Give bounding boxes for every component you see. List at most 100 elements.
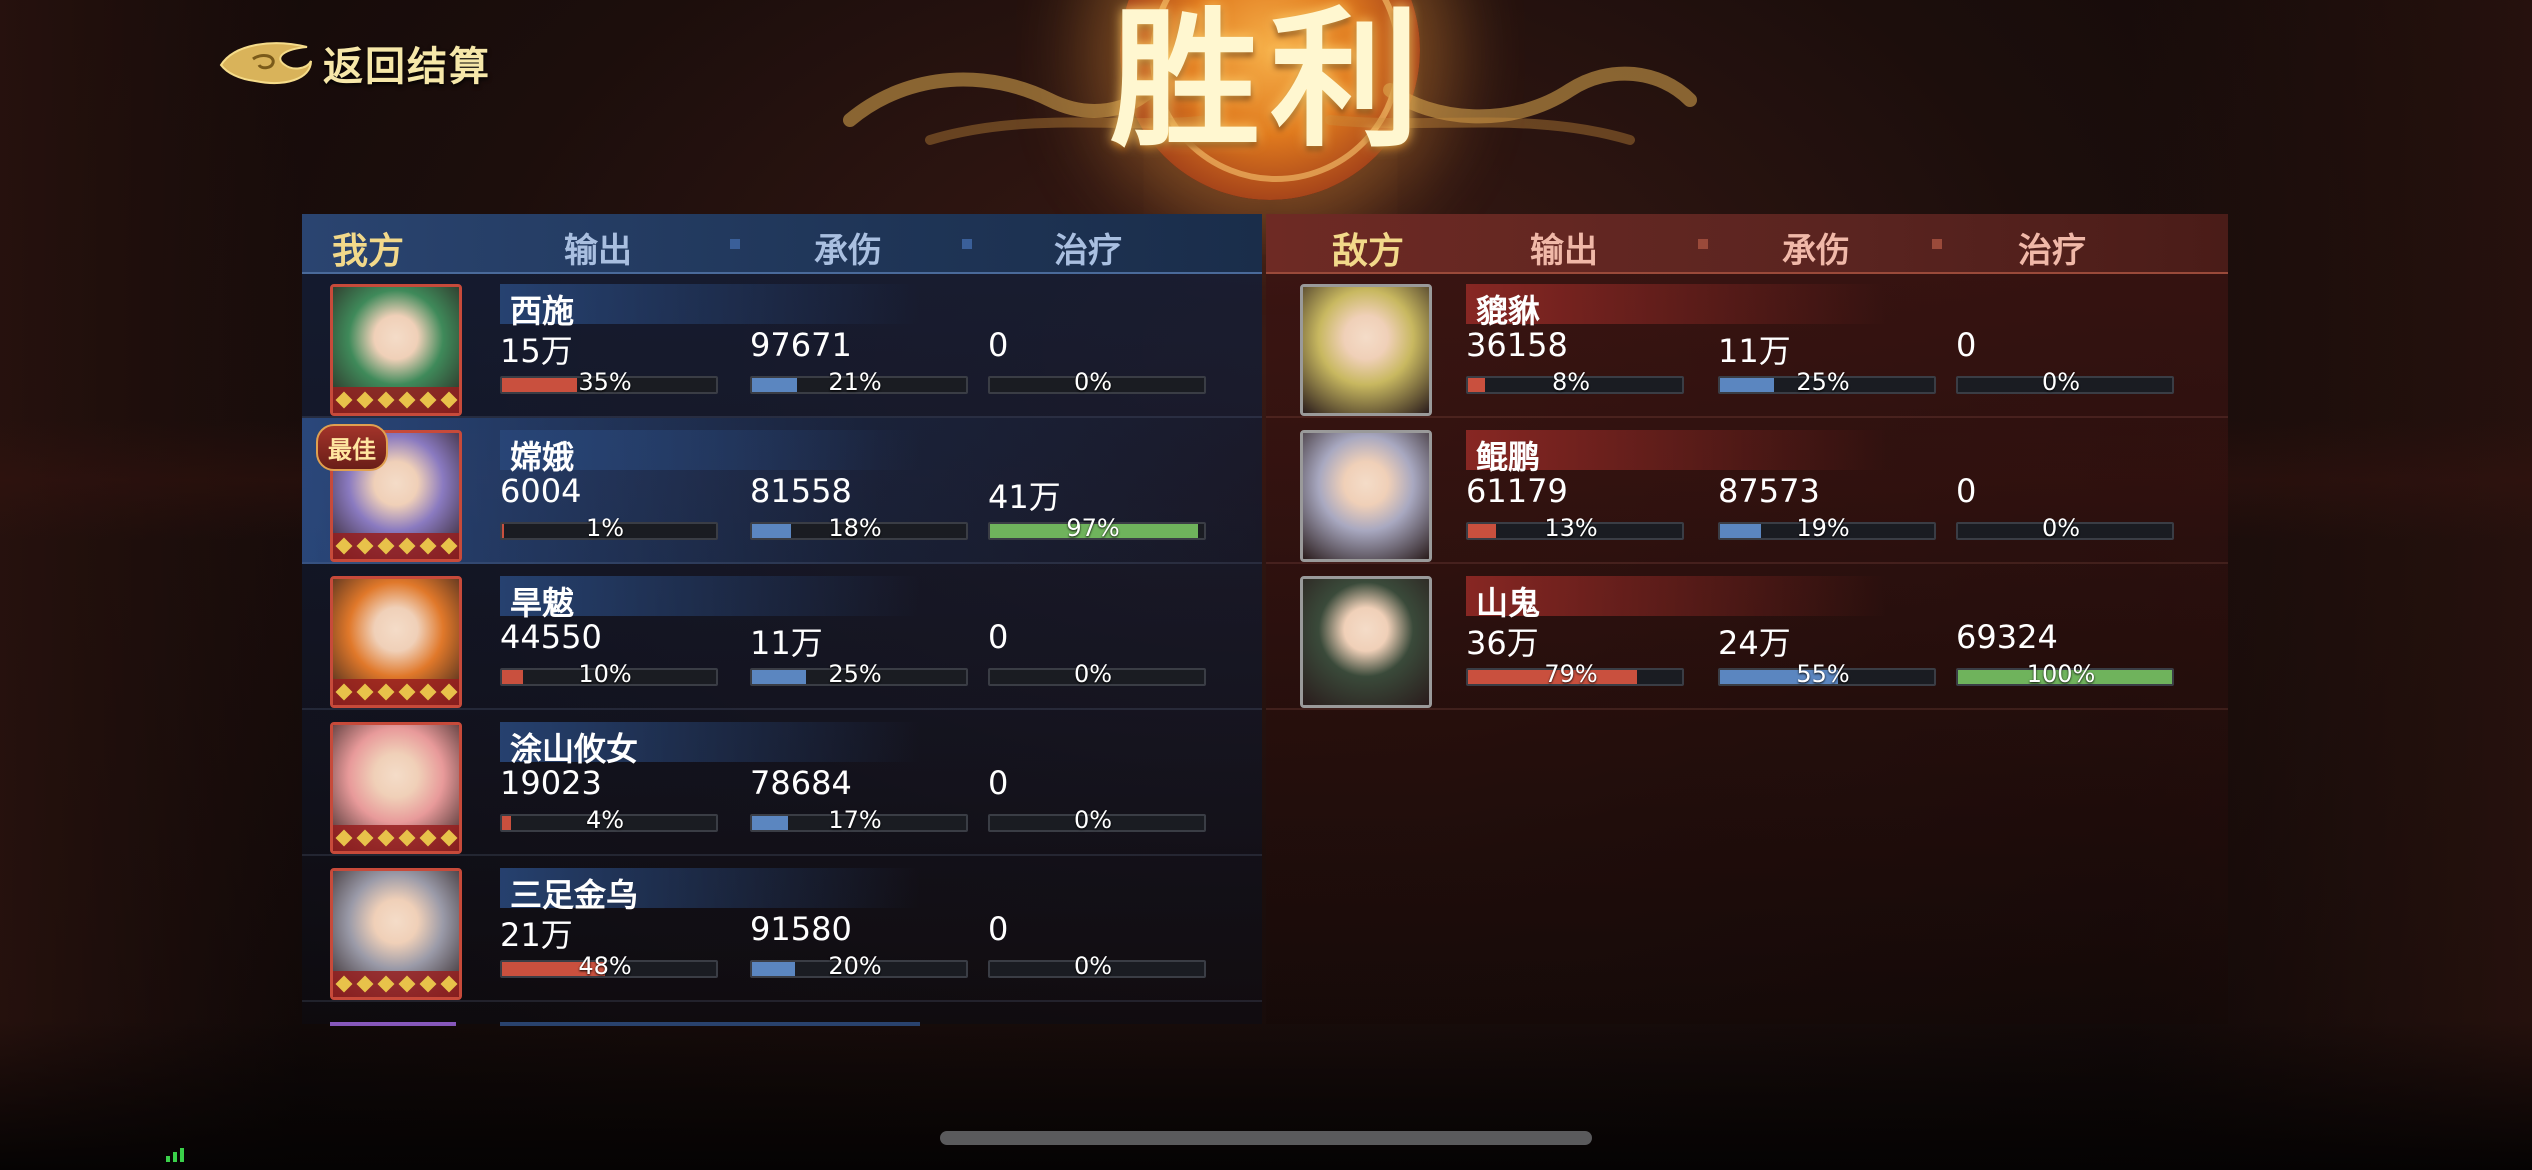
stat-taken: 11万 25% [1718,326,1936,406]
damage-percent: 35% [578,368,632,396]
ally-row[interactable]: 涂山攸女 19023 4% 78684 17% 0 0% [302,710,1262,856]
stat-taken: 81558 18% [750,472,968,552]
stat-damage: 61179 13% [1466,472,1684,552]
hero-name-bar: 嫦娥 [500,430,920,476]
star-icon [398,391,415,409]
star-icon [440,391,457,409]
taken-value: 24万 [1718,624,1791,662]
stat-heal: 69324 100% [1956,618,2174,698]
stat-taken: 24万 55% [1718,618,1936,698]
background-left-shade [0,0,300,1170]
heal-value: 69324 [1956,618,2058,656]
taken-percent: 55% [1796,660,1850,688]
stat-damage: 36158 8% [1466,326,1684,406]
header-dot [1932,239,1942,249]
star-icon [356,829,373,847]
signal-icon [166,1148,184,1162]
home-indicator[interactable] [940,1131,1592,1145]
damage-value: 19023 [500,764,602,802]
damage-percent: 4% [585,806,625,834]
taken-value: 11万 [750,624,823,662]
heal-value: 0 [1956,326,1977,364]
ally-row[interactable]: 旱魃 44550 10% 11万 25% 0 0% [302,564,1262,710]
hero-portrait[interactable] [1300,284,1432,416]
damage-value: 15万 [500,332,573,370]
hero-portrait[interactable] [330,722,462,854]
enemy-col-taken[interactable]: 承伤 [1782,223,1850,272]
star-icon [356,537,373,555]
heal-percent: 0% [1073,952,1113,980]
damage-bar-fill [502,670,524,684]
back-to-settlement-button[interactable]: 返回结算 [215,30,491,96]
stat-taken: 87573 19% [1718,472,1936,552]
heal-percent: 0% [2041,514,2081,542]
enemy-row[interactable]: 山鬼 36万 79% 24万 55% 69324 100% [1266,564,2228,710]
taken-bar-fill [1720,378,1774,392]
enemy-col-heal[interactable]: 治疗 [2018,223,2086,272]
damage-bar-fill [502,816,511,830]
stat-taken: 91580 20% [750,910,968,990]
stat-taken: 97671 21% [750,326,968,406]
taken-value: 97671 [750,326,852,364]
ally-col-damage[interactable]: 输出 [564,223,632,272]
heal-value: 0 [988,910,1009,948]
hero-portrait[interactable] [1300,430,1432,562]
enemy-row[interactable]: 鲲鹏 61179 13% 87573 19% 0 0% [1266,418,2228,564]
taken-bar-fill [752,378,797,392]
damage-value: 21万 [500,916,573,954]
taken-percent: 25% [1796,368,1850,396]
hero-portrait[interactable] [330,576,462,708]
ally-row[interactable]: 西施 15万 35% 97671 21% 0 0% [302,272,1262,418]
taken-percent: 17% [828,806,882,834]
star-icon [377,975,394,993]
taken-bar-fill [752,962,795,976]
stat-damage: 6004 1% [500,472,718,552]
star-icon [440,975,457,993]
star-icon [335,829,352,847]
heal-value: 41万 [988,478,1061,516]
ally-header: 我方 输出 承伤 治疗 [302,214,1262,274]
damage-value: 6004 [500,472,582,510]
header-dot [730,239,740,249]
heal-percent: 97% [1066,514,1120,542]
star-icon [377,683,394,701]
bottom-fade [0,1020,2532,1170]
star-icon [440,683,457,701]
star-icon [356,391,373,409]
damage-percent: 13% [1544,514,1598,542]
hero-avatar [1303,433,1429,559]
star-icon [335,391,352,409]
hero-name-bar: 鲲鹏 [1466,430,1886,476]
star-rank [333,825,459,851]
ally-row[interactable]: 三足金乌 21万 48% 91580 20% 0 0% [302,856,1262,1002]
star-icon [335,975,352,993]
hero-portrait[interactable] [330,284,462,416]
taken-value: 78684 [750,764,852,802]
star-rank [333,679,459,705]
stat-damage: 44550 10% [500,618,718,698]
heal-value: 0 [1956,472,1977,510]
enemy-row[interactable]: 貔貅 36158 8% 11万 25% 0 0% [1266,272,2228,418]
taken-percent: 20% [828,952,882,980]
taken-bar-fill [752,670,806,684]
ally-row[interactable]: 最佳 嫦娥 6004 1% 81558 18% 41万 97% [302,418,1262,564]
stat-taken: 78684 17% [750,764,968,844]
hero-portrait[interactable] [330,868,462,1000]
star-icon [335,683,352,701]
heal-value: 0 [988,326,1009,364]
row-divider [1266,708,2228,710]
star-icon [398,537,415,555]
stat-heal: 41万 97% [988,472,1206,552]
ally-col-taken[interactable]: 承伤 [814,223,882,272]
damage-value: 44550 [500,618,602,656]
stat-damage: 36万 79% [1466,618,1684,698]
hero-portrait[interactable] [1300,576,1432,708]
taken-percent: 19% [1796,514,1850,542]
ally-col-heal[interactable]: 治疗 [1054,223,1122,272]
stat-heal: 0 0% [988,326,1206,406]
row-divider [302,1000,1262,1002]
ally-side-label: 我方 [332,230,405,272]
star-icon [419,391,436,409]
enemy-col-damage[interactable]: 输出 [1530,223,1598,272]
star-icon [377,391,394,409]
